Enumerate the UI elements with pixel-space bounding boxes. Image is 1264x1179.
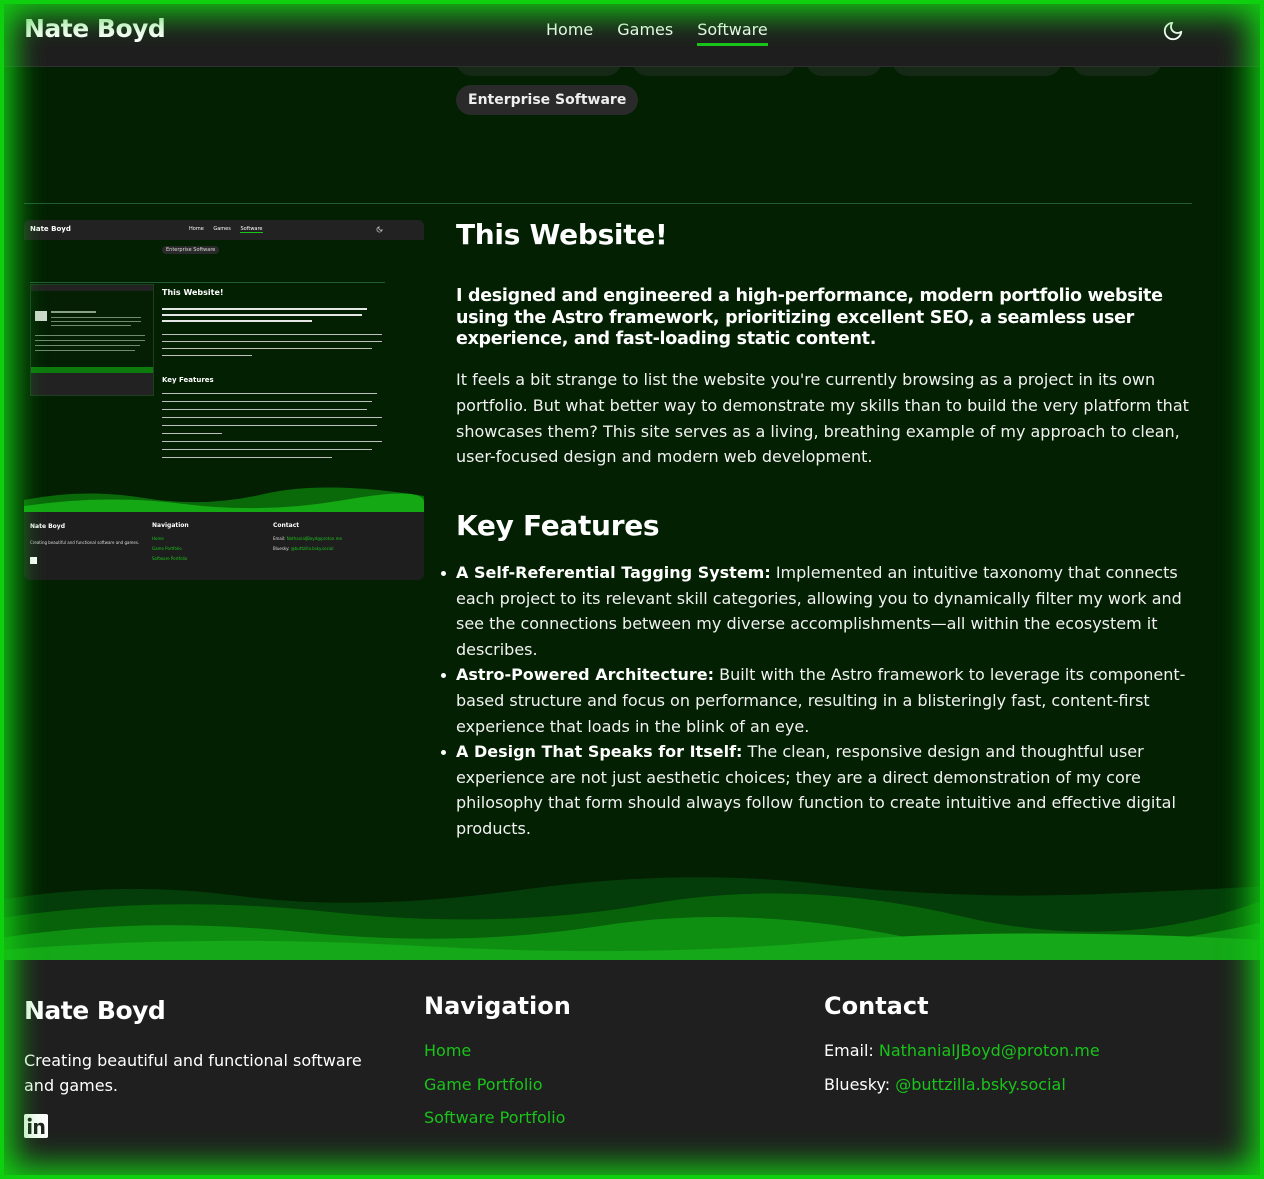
site-footer: Nate Boyd Creating beautiful and functio…: [0, 960, 1264, 1179]
thumb-footer-bluesky: Bluesky: @buttzilla.bsky.social: [273, 546, 334, 551]
thumb-footer: Nate Boyd Creating beautiful and functio…: [24, 512, 424, 580]
thumb-divider: [30, 282, 385, 283]
thumb-title: This Website!: [162, 288, 224, 297]
footer-contact-heading: Contact: [824, 992, 929, 1020]
features-heading: Key Features: [456, 509, 660, 542]
thumb-linkedin-icon: [30, 557, 37, 564]
thumb-footer-contact-heading: Contact: [273, 522, 300, 529]
thumb-footer-brand: Nate Boyd: [30, 523, 65, 530]
thumb-lead-text: [162, 308, 367, 310]
section-divider: [24, 203, 1192, 204]
footer-nav-heading: Navigation: [424, 992, 571, 1020]
thumb-moon-icon: [376, 226, 383, 233]
footer-link-game-portfolio[interactable]: Game Portfolio: [424, 1075, 543, 1094]
nav-games[interactable]: Games: [617, 20, 673, 46]
project-lead: I designed and engineered a high-perform…: [456, 286, 1163, 349]
bluesky-link[interactable]: @buttzilla.bsky.social: [895, 1075, 1066, 1094]
thumb-wave: [24, 487, 424, 514]
nav-home[interactable]: Home: [546, 20, 593, 46]
footer-email: Email: NathanialJBoyd@proton.me: [824, 1041, 1100, 1060]
footer-link-software-portfolio[interactable]: Software Portfolio: [424, 1108, 565, 1127]
thumb-footer-email: Email: NathanialJBoyd@proton.me: [273, 536, 342, 541]
email-label: Email:: [824, 1041, 879, 1060]
thumb-nav-software: Software: [240, 226, 263, 233]
linkedin-icon[interactable]: [24, 1114, 48, 1138]
thumb-tag: Enterprise Software: [162, 246, 220, 254]
thumb-features-heading: Key Features: [162, 376, 214, 384]
thumb-footer-link-home: Home: [152, 536, 164, 541]
bluesky-label: Bluesky:: [824, 1075, 896, 1094]
site-brand[interactable]: Nate Boyd: [24, 14, 166, 43]
project-title: This Website!: [456, 218, 668, 251]
thumb-nav-home: Home: [189, 226, 204, 232]
thumb-description: [162, 334, 382, 335]
footer-brand: Nate Boyd: [24, 996, 166, 1025]
thumb-footer-nav-heading: Navigation: [152, 522, 189, 529]
footer-bluesky: Bluesky: @buttzilla.bsky.social: [824, 1075, 1066, 1094]
features-list: A Self-Referential Tagging System: Imple…: [441, 560, 1191, 842]
project-description: It feels a bit strange to list the websi…: [456, 370, 1189, 467]
site-header: Nate Boyd Home Games Software: [0, 0, 1264, 67]
moon-icon[interactable]: [1162, 20, 1184, 42]
thumb-nav: Home Games Software: [189, 226, 271, 233]
thumb-header: Nate Boyd Home Games Software: [24, 220, 424, 240]
thumb-footer-link-games: Game Portfolio: [152, 546, 182, 551]
thumb-nav-games: Games: [213, 226, 231, 232]
footer-tagline: Creating beautiful and functional softwa…: [24, 1051, 362, 1095]
project-screenshot: Nate Boyd Home Games Software Enterprise…: [24, 220, 424, 580]
nav-software[interactable]: Software: [697, 20, 768, 46]
feature-item: Astro-Powered Architecture: Built with t…: [441, 662, 1191, 739]
footer-link-home[interactable]: Home: [424, 1041, 471, 1060]
feature-item: A Self-Referential Tagging System: Imple…: [441, 560, 1191, 662]
thumb-features: [162, 393, 377, 394]
thumb-brand: Nate Boyd: [30, 225, 71, 233]
thumb-footer-tagline: Creating beautiful and functional softwa…: [30, 540, 140, 545]
main-nav: Home Games Software: [546, 20, 768, 46]
decorative-wave: [0, 877, 1264, 962]
feature-item: A Design That Speaks for Itself: The cle…: [441, 739, 1191, 841]
thumb-nested-screenshot: [30, 284, 154, 396]
email-link[interactable]: NathanialJBoyd@proton.me: [879, 1041, 1100, 1060]
thumb-footer-link-software: Software Portfolio: [152, 556, 188, 561]
tag-enterprise-software[interactable]: Enterprise Software: [456, 85, 639, 115]
